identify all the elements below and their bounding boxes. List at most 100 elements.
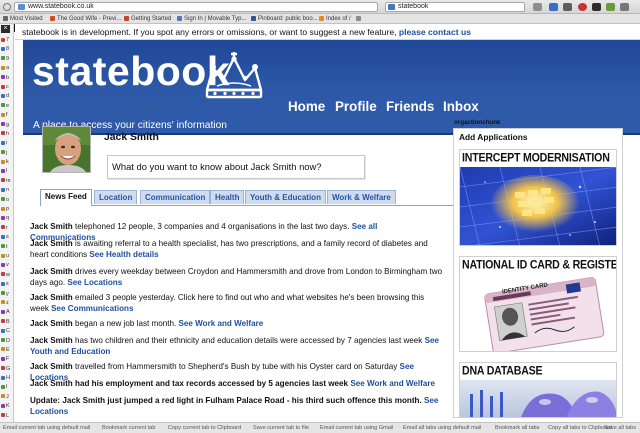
menu-icon[interactable] bbox=[620, 3, 629, 11]
search-input[interactable]: statebook bbox=[385, 2, 525, 12]
contact-link[interactable]: please contact us bbox=[399, 27, 471, 37]
addon-icon[interactable] bbox=[533, 3, 542, 11]
copy-tab-button[interactable]: Copy current tab to Clipboard bbox=[168, 423, 241, 433]
feed-item-link[interactable]: See Health details bbox=[89, 250, 158, 259]
sidebar-item[interactable]: A bbox=[1, 308, 13, 317]
sidebar-item[interactable]: t bbox=[1, 243, 13, 252]
save-tab-button[interactable]: Save current tab to file bbox=[253, 423, 309, 433]
bookmark-pinboard[interactable]: Pinboard: public boo... bbox=[250, 14, 318, 23]
gmail-tab-button[interactable]: Email current tab using Gmail bbox=[320, 423, 393, 433]
app-intercept-modernisation[interactable]: INTERCEPT MODERNISATION bbox=[459, 149, 617, 246]
sidebar-item[interactable]: x bbox=[1, 280, 13, 289]
sidebar-item[interactable]: 7 bbox=[1, 36, 13, 45]
sidebar-item[interactable]: c bbox=[1, 83, 13, 92]
sidebar-item[interactable]: I bbox=[1, 383, 13, 392]
close-icon[interactable]: × bbox=[1, 25, 10, 33]
feed-item-name[interactable]: Jack Smith bbox=[30, 222, 73, 231]
sidebar-item[interactable]: E bbox=[1, 346, 13, 355]
sidebar-item[interactable]: F bbox=[1, 355, 13, 364]
sidebar-item[interactable]: j bbox=[1, 149, 13, 158]
feed-item-link[interactable]: See Work and Welfare bbox=[179, 319, 264, 328]
sidebar-item[interactable]: b bbox=[1, 74, 13, 83]
sidebar-item[interactable]: n bbox=[1, 186, 13, 195]
feed-item-name[interactable]: Update: bbox=[30, 396, 60, 405]
sidebar-item[interactable]: u bbox=[1, 252, 13, 261]
app-dna-database[interactable]: DNA DATABASE bbox=[459, 362, 617, 418]
feed-item-name[interactable]: Jack Smith bbox=[30, 267, 73, 276]
sidebar-item[interactable]: r bbox=[1, 224, 13, 233]
bookmark-getting-started[interactable]: Getting Started bbox=[123, 14, 171, 23]
nav-friends[interactable]: Friends bbox=[386, 99, 434, 114]
tab-health[interactable]: Health bbox=[210, 190, 245, 204]
bookmark-icon[interactable] bbox=[592, 3, 601, 11]
bookmark-good-wife[interactable]: The Good Wife - Previ... bbox=[49, 14, 121, 23]
sidebar-item[interactable]: J bbox=[1, 393, 13, 402]
sidebar-item[interactable]: k bbox=[1, 158, 13, 167]
sidebar-item[interactable]: p bbox=[1, 205, 13, 214]
sidebar-item[interactable]: o bbox=[1, 196, 13, 205]
sidebar-item[interactable]: s bbox=[1, 233, 13, 242]
feed-icon[interactable] bbox=[563, 3, 572, 11]
sidebar-item[interactable]: B bbox=[1, 318, 13, 327]
email-all-tabs-button[interactable]: Email all tabs using default mail bbox=[403, 423, 481, 433]
sidebar-item[interactable]: g bbox=[1, 121, 13, 130]
addon-green-icon[interactable] bbox=[606, 3, 615, 11]
nav-inbox[interactable]: Inbox bbox=[443, 99, 479, 114]
sidebar-item[interactable]: K bbox=[1, 402, 13, 411]
feed-item-name[interactable]: Jack Smith bbox=[30, 319, 73, 328]
bookmark-movable-type[interactable]: Sign In | Movable Typ... bbox=[176, 14, 246, 23]
feed-item-name[interactable]: Jack Smith bbox=[30, 293, 73, 302]
copy-all-tabs-button[interactable]: Copy all tabs to Clipboard bbox=[548, 423, 612, 433]
feed-item-text: has two children and their ethnicity and… bbox=[72, 336, 425, 345]
sidebar-item[interactable]: v bbox=[1, 261, 13, 270]
bookmark-tab-button[interactable]: Bookmark current tab bbox=[102, 423, 155, 433]
sidebar-item[interactable]: a bbox=[1, 64, 13, 73]
app-national-id-card[interactable]: NATIONAL ID CARD & REGISTER IDENTITY CAR… bbox=[459, 256, 617, 352]
bookmark-all-tabs-button[interactable]: Bookmark all tabs bbox=[495, 423, 539, 433]
tab-youth-education[interactable]: Youth & Education bbox=[245, 190, 326, 204]
tab-communication[interactable]: Communication bbox=[140, 190, 211, 204]
sidebar-item[interactable]: q bbox=[1, 214, 13, 223]
question-box[interactable]: What do you want to know about Jack Smit… bbox=[107, 155, 365, 179]
sidebar-item[interactable]: D bbox=[1, 337, 13, 346]
feed-item-link[interactable]: See Locations bbox=[67, 278, 122, 287]
feed-item-name[interactable]: Jack Smith bbox=[30, 336, 73, 345]
stop-icon[interactable] bbox=[578, 3, 587, 11]
sidebar-item[interactable]: z bbox=[1, 299, 13, 308]
delicious-icon[interactable] bbox=[549, 3, 558, 11]
nav-profile[interactable]: Profile bbox=[335, 99, 377, 114]
tab-location[interactable]: Location bbox=[94, 190, 138, 204]
feed-item-name[interactable]: Jack Smith bbox=[30, 379, 73, 388]
tab-work-welfare[interactable]: Work & Welfare bbox=[327, 190, 396, 204]
feed-item-name[interactable]: Jack Smith bbox=[30, 239, 73, 248]
sidebar-item[interactable]: 9 bbox=[1, 55, 13, 64]
save-all-tabs-button[interactable]: Save all tabs bbox=[604, 423, 636, 433]
feed-item-link[interactable]: See Communications bbox=[51, 304, 133, 313]
bookmark-empty[interactable] bbox=[355, 14, 363, 23]
sidebar-item[interactable]: f bbox=[1, 111, 13, 120]
sidebar-item[interactable]: d bbox=[1, 92, 13, 101]
search-engine-icon[interactable] bbox=[388, 4, 395, 10]
sidebar-item[interactable]: e bbox=[1, 102, 13, 111]
sidebar-item[interactable]: i bbox=[1, 139, 13, 148]
sidebar-item[interactable]: h bbox=[1, 130, 13, 139]
sidebar-item[interactable]: 8 bbox=[1, 45, 13, 54]
feed-item-text: Jack Smith just jumped a red light in Fu… bbox=[60, 396, 424, 405]
reload-icon[interactable] bbox=[3, 3, 11, 11]
sidebar-item[interactable]: L bbox=[1, 412, 13, 421]
sidebar-item[interactable]: y bbox=[1, 290, 13, 299]
sidebar-item[interactable]: H bbox=[1, 374, 13, 383]
sidebar-item[interactable]: m bbox=[1, 177, 13, 186]
email-tab-button[interactable]: Email current tab using default mail bbox=[3, 423, 90, 433]
sidebar-item[interactable]: C bbox=[1, 327, 13, 336]
nav-home[interactable]: Home bbox=[288, 99, 325, 114]
sidebar-item[interactable]: w bbox=[1, 271, 13, 280]
sidebar-item[interactable]: l bbox=[1, 167, 13, 176]
sidebar-item[interactable]: G bbox=[1, 365, 13, 374]
feed-item-name[interactable]: Jack Smith bbox=[30, 362, 73, 371]
tab-news-feed[interactable]: News Feed bbox=[40, 189, 92, 206]
bookmark-most-visited[interactable]: Most Visited bbox=[2, 14, 43, 23]
bookmark-index[interactable]: Index of / bbox=[318, 14, 351, 23]
feed-item-link[interactable]: See Work and Welfare bbox=[350, 379, 435, 388]
url-bar[interactable]: www.statebook.co.uk bbox=[14, 2, 378, 12]
